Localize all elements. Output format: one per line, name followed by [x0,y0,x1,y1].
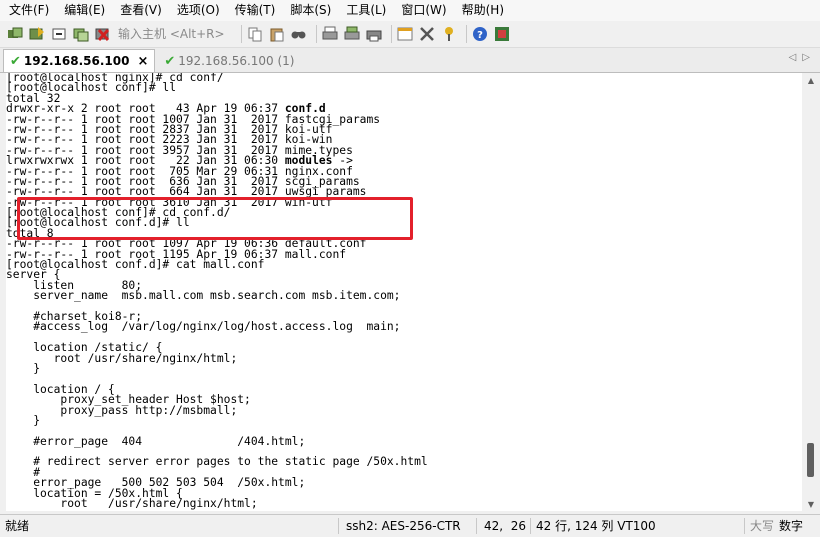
status-separator [530,518,531,534]
toolbar-separator [316,25,317,43]
connected-check-icon: ✔ [164,53,176,69]
tab-session-2[interactable]: ✔ 192.168.56.100 (1) [158,50,300,72]
connected-check-icon: ✔ [10,53,21,69]
menu-view[interactable]: 查看(V) [111,0,168,21]
clone-icon[interactable] [72,25,90,43]
menu-script[interactable]: 脚本(S) [281,0,337,21]
scroll-thumb[interactable] [807,443,814,477]
highlight-box [17,197,413,240]
host-input[interactable]: 输入主机 <Alt+R> [116,26,233,43]
status-cipher: ssh2: AES-256-CTR [346,519,461,533]
menu-edit[interactable]: 编辑(E) [55,0,111,21]
svg-text:?: ? [477,30,483,41]
terminal-line: # redirect server error pages to the sta… [6,455,428,469]
toolbar-separator [241,25,242,43]
status-terminal-size: 42 行, 124 列 VT100 [536,519,656,533]
printer-icon[interactable] [365,25,383,43]
status-caps-lock: 大写 [750,519,775,533]
keymap-icon[interactable] [440,25,458,43]
terminal-line: } [6,413,41,427]
toolbar-separator [466,25,467,43]
vertical-scrollbar[interactable]: ▲ ▼ [802,73,820,511]
scroll-up-icon[interactable]: ▲ [802,73,820,87]
tab-session-1[interactable]: ✔ 192.168.56.100 × [3,49,156,72]
help-icon[interactable]: ? [471,25,489,43]
menu-help[interactable]: 帮助(H) [453,0,510,21]
terminal-line: root /usr/share/nginx/html; [6,351,238,365]
print-setup-icon[interactable] [343,25,361,43]
menu-transfer[interactable]: 传输(T) [226,0,282,21]
scroll-down-icon[interactable]: ▼ [802,497,820,511]
status-num-lock: 数字 [779,519,804,533]
menu-options[interactable]: 选项(O) [168,0,226,21]
toolbar: 输入主机 <Alt+R> ? [0,21,820,48]
status-separator [744,518,745,534]
terminal-line: [root@localhost conf]# ll [6,81,177,95]
terminal-line: #error_page 404 /404.html; [6,434,306,448]
menu-file[interactable]: 文件(F) [0,0,55,21]
terminal-output[interactable]: [root@localhost nginx]# cd conf/[root@lo… [6,73,802,511]
menu-bar: 文件(F) 编辑(E) 查看(V) 选项(O) 传输(T) 脚本(S) 工具(L… [0,0,820,21]
tab-label: 192.168.56.100 (1) [178,54,295,68]
status-separator [476,518,477,534]
quick-connect-icon[interactable] [28,25,46,43]
reconnect-icon[interactable] [50,25,68,43]
session-options-icon[interactable] [396,25,414,43]
paste-icon[interactable] [268,25,286,43]
sftp-icon[interactable] [493,25,511,43]
tab-scroll-arrows[interactable]: ◁▷ [789,52,816,63]
terminal-line: [root@localhost conf.d]# cat mall.conf [6,258,265,272]
disconnect-icon[interactable] [94,25,112,43]
find-icon[interactable] [290,25,308,43]
print-icon[interactable] [321,25,339,43]
terminal-line: server_name msb.mall.com msb.search.com … [6,289,401,303]
close-tab-icon[interactable]: × [137,54,148,69]
connect-icon[interactable] [6,25,24,43]
global-options-icon[interactable] [418,25,436,43]
status-separator [338,518,339,534]
terminal-line: #access_log /var/log/nginx/log/host.acce… [6,320,401,334]
status-cursor-position: 42, 26 [484,519,526,533]
terminal-line: proxy_pass http://msbmall; [6,403,238,417]
menu-window[interactable]: 窗口(W) [392,0,452,21]
copy-icon[interactable] [246,25,264,43]
tab-label: 192.168.56.100 [23,54,130,68]
status-bar: 就绪 ssh2: AES-256-CTR 42, 26 42 行, 124 列 … [0,514,820,537]
menu-tools[interactable]: 工具(L) [337,0,392,21]
terminal-line: } [6,361,41,375]
status-ready: 就绪 [5,519,30,533]
terminal-line: root /usr/share/nginx/html; [6,497,258,511]
session-tab-bar: ✔ 192.168.56.100 × ✔ 192.168.56.100 (1) … [0,48,820,73]
toolbar-separator [391,25,392,43]
